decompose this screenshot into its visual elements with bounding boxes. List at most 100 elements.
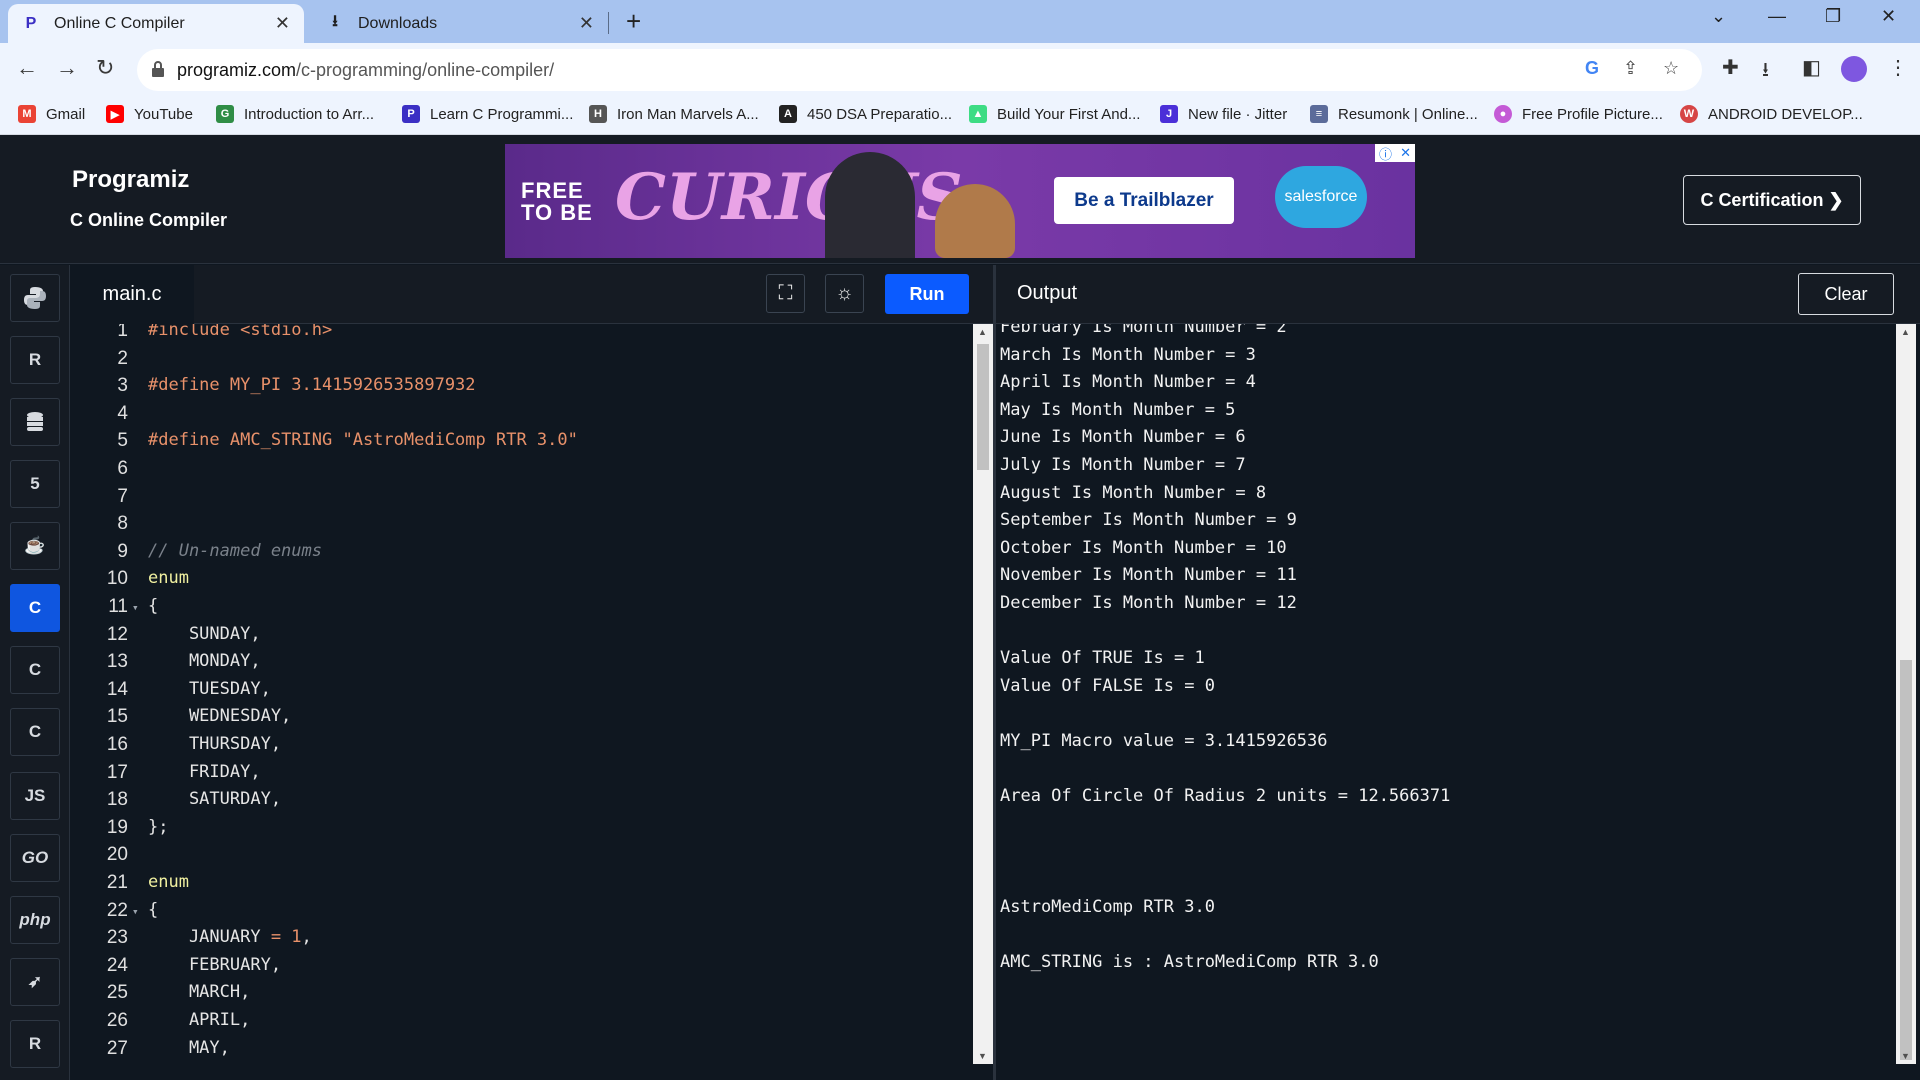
bookmark-star-icon[interactable]: ☆ [1663, 58, 1679, 79]
bookmark-free-profile-picture[interactable]: ● Free Profile Picture... [1494, 105, 1663, 123]
bookmark-label: ANDROID DEVELOP... [1708, 105, 1863, 123]
code-line[interactable]: 23 JANUARY = 1, [70, 927, 973, 954]
code-line[interactable]: 27 MAY, [70, 1038, 973, 1065]
bookmark-build-your-first-android[interactable]: ▲ Build Your First And... [969, 105, 1140, 123]
code-line[interactable]: 8 [70, 513, 973, 540]
scroll-down-arrow[interactable]: ▼ [1901, 1051, 1910, 1061]
address-bar[interactable]: programiz.com/c-programming/online-compi… [137, 49, 1702, 91]
profile-avatar[interactable] [1841, 56, 1867, 82]
close-tab-icon[interactable]: ✕ [579, 13, 594, 34]
c-certification-button[interactable]: C Certification ❯ [1683, 175, 1861, 225]
scroll-up-arrow[interactable]: ▲ [978, 327, 987, 337]
bookmark-introduction-to-arrays[interactable]: G Introduction to Arr... [216, 105, 374, 123]
back-button[interactable]: ← [16, 55, 38, 81]
r-icon[interactable]: R [10, 336, 60, 384]
bookmark-iron-man[interactable]: H Iron Man Marvels A... [589, 105, 759, 123]
file-tab-main-c[interactable]: main.c [70, 265, 194, 324]
programiz-logo[interactable]: Programiz [72, 166, 189, 194]
line-number: 3 [117, 375, 128, 397]
code-editor[interactable]: 1 #include <stdio.h> 2 3 #define MY_PI 3.141… [70, 324, 973, 1080]
url-text[interactable]: programiz.com/c-programming/online-compi… [177, 60, 554, 81]
tab-online-c-compiler[interactable]: P Online C Compiler ✕ [8, 4, 304, 43]
code-line[interactable]: 18 SATURDAY, [70, 789, 973, 816]
fold-arrow-icon[interactable]: ▾ [132, 905, 139, 918]
theme-toggle-icon[interactable]: ☼ [825, 274, 864, 313]
database-icon[interactable] [10, 398, 60, 446]
reload-button[interactable]: ↻ [96, 55, 114, 81]
code-line[interactable]: 17 FRIDAY, [70, 762, 973, 789]
tab-search-icon[interactable]: ⌄ [1711, 6, 1726, 27]
code-line[interactable]: 13 MONDAY, [70, 651, 973, 678]
c-icon[interactable]: C [10, 584, 60, 632]
fold-arrow-icon[interactable]: ▾ [132, 601, 139, 614]
code-line[interactable]: 22 ▾ { [70, 900, 973, 927]
editor-scrollbar[interactable]: ▲ ▼ [973, 324, 993, 1064]
bookmark-450-dsa[interactable]: A 450 DSA Preparatio... [779, 105, 952, 123]
html5-icon[interactable]: 5 [10, 460, 60, 508]
menu-icon[interactable]: ⋮ [1888, 55, 1908, 80]
code-line[interactable]: 5 #define AMC_STRING "AstroMediComp RTR 3… [70, 430, 973, 457]
clear-button[interactable]: Clear [1798, 273, 1894, 315]
code-line[interactable]: 10 enum [70, 568, 973, 595]
bookmark-label: Introduction to Arr... [244, 105, 375, 123]
code-line[interactable]: 9 // Un-named enums [70, 541, 973, 568]
code-line[interactable]: 7 [70, 486, 973, 513]
ad-close-icon[interactable]: ✕ [1400, 145, 1411, 161]
swift-icon[interactable]: ➶ [10, 958, 60, 1006]
go-icon[interactable]: GO [10, 834, 60, 882]
new-tab-button[interactable]: + [626, 6, 641, 37]
csharp-icon[interactable]: C [10, 708, 60, 756]
code-line[interactable]: 2 [70, 348, 973, 375]
code-line[interactable]: 20 [70, 844, 973, 871]
scroll-down-arrow[interactable]: ▼ [978, 1051, 987, 1061]
fullscreen-icon[interactable]: ⛶ [766, 274, 805, 313]
code-line[interactable]: 24 FEBRUARY, [70, 955, 973, 982]
code-line[interactable]: 4 [70, 403, 973, 430]
code-line[interactable]: 3 #define MY_PI 3.1415926535897932 [70, 375, 973, 402]
rust-icon[interactable]: R [10, 1020, 60, 1068]
output-scroll-thumb[interactable] [1900, 660, 1912, 1060]
php-icon[interactable]: php [10, 896, 60, 944]
cpp-icon[interactable]: C [10, 646, 60, 694]
js-icon[interactable]: JS [10, 772, 60, 820]
code-line[interactable]: 25 MARCH, [70, 982, 973, 1009]
editor-scroll-thumb[interactable] [977, 344, 989, 470]
downloads-icon[interactable]: ⭳ [1762, 55, 1769, 89]
tab-downloads[interactable]: ⭳ Downloads ✕ [312, 4, 608, 43]
code-line[interactable]: 21 enum [70, 872, 973, 899]
code-line[interactable]: 16 THURSDAY, [70, 734, 973, 761]
bookmark-android-developers[interactable]: W ANDROID DEVELOP... [1680, 105, 1863, 123]
ad-info-close[interactable]: ⓘ ✕ [1375, 144, 1415, 162]
bookmark-resumonk[interactable]: ≡ Resumonk | Online... [1310, 105, 1478, 123]
code-line[interactable]: 12 SUNDAY, [70, 624, 973, 651]
share-icon[interactable]: ⇪ [1623, 58, 1638, 79]
bookmark-learn-c[interactable]: P Learn C Programmi... [402, 105, 573, 123]
output-scrollbar[interactable]: ▲ ▼ [1896, 324, 1916, 1064]
java-icon[interactable]: ☕ [10, 522, 60, 570]
code-line[interactable]: 14 TUESDAY, [70, 679, 973, 706]
minimize-button[interactable]: — [1768, 6, 1786, 27]
bookmark-youtube[interactable]: ▶ YouTube [106, 105, 193, 123]
python-icon[interactable] [10, 274, 60, 322]
code-line[interactable]: 26 APRIL, [70, 1010, 973, 1037]
run-button[interactable]: Run [885, 274, 969, 314]
close-tab-icon[interactable]: ✕ [275, 13, 290, 34]
ad-cta-button[interactable]: Be a Trailblazer [1054, 177, 1234, 224]
code-line[interactable]: 15 WEDNESDAY, [70, 706, 973, 733]
line-number: 15 [106, 706, 128, 728]
google-lens-icon[interactable]: G [1585, 58, 1599, 79]
close-window-button[interactable]: ✕ [1881, 6, 1896, 27]
bookmark-jitter[interactable]: J New file · Jitter [1160, 105, 1287, 123]
code-line[interactable]: 11 ▾ { [70, 596, 973, 623]
side-panel-icon[interactable]: ◧ [1802, 55, 1821, 80]
bookmark-gmail[interactable]: M Gmail [18, 105, 85, 123]
restore-button[interactable]: ❐ [1825, 6, 1841, 27]
advertisement-banner[interactable]: FREE TO BE CURIOUS Be a Trailblazer sales… [505, 144, 1415, 258]
code-line[interactable]: 19}; [70, 817, 973, 844]
extensions-icon[interactable]: ✚ [1722, 55, 1739, 80]
code-line[interactable]: 1 #include <stdio.h> [70, 324, 973, 347]
scroll-up-arrow[interactable]: ▲ [1901, 327, 1910, 337]
code-line[interactable]: 6 [70, 458, 973, 485]
ad-info-icon[interactable]: ⓘ [1379, 144, 1392, 163]
forward-button[interactable]: → [56, 55, 78, 81]
